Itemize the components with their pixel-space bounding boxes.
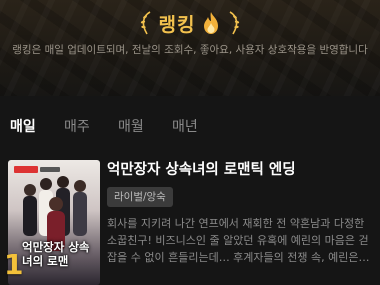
- ranking-title-row: 랭킹: [0, 8, 380, 38]
- laurel-right-icon: [230, 11, 240, 35]
- ranking-description: 랭킹은 매일 업데이트되며, 전날의 조회수, 좋아요, 사용자 상호작용을 반…: [12, 44, 368, 56]
- laurel-left-icon: [140, 11, 150, 35]
- tab-monthly[interactable]: 매월: [118, 116, 144, 136]
- ranking-header: 랭킹 랭킹은 매일 업데이트되며, 전날의 조회수, 좋아요, 사용자 상호작용…: [0, 0, 380, 96]
- ranking-item[interactable]: 억만장자 상속녀의 로맨 1 억만장자 상속녀의 로맨틱 엔딩 라이벌/앙숙 회…: [0, 156, 380, 285]
- period-tabs: 매일 매주 매월 매년: [0, 96, 380, 156]
- genre-tag[interactable]: 라이벌/앙숙: [107, 187, 173, 207]
- tab-weekly[interactable]: 매주: [64, 116, 90, 136]
- work-summary: 회사를 지키려 나간 연프에서 재회한 전 약혼남과 다정한 소꿉친구! 비즈니…: [107, 217, 370, 264]
- rank-number: 1: [4, 248, 24, 281]
- flame-icon: [204, 12, 219, 34]
- tab-yearly[interactable]: 매년: [172, 116, 198, 136]
- page-title: 랭킹: [158, 13, 196, 36]
- work-title[interactable]: 억만장자 상속녀의 로맨틱 엔딩: [107, 158, 296, 179]
- tab-daily[interactable]: 매일: [10, 116, 36, 136]
- cover-title: 억만장자 상속녀의 로맨: [22, 240, 90, 268]
